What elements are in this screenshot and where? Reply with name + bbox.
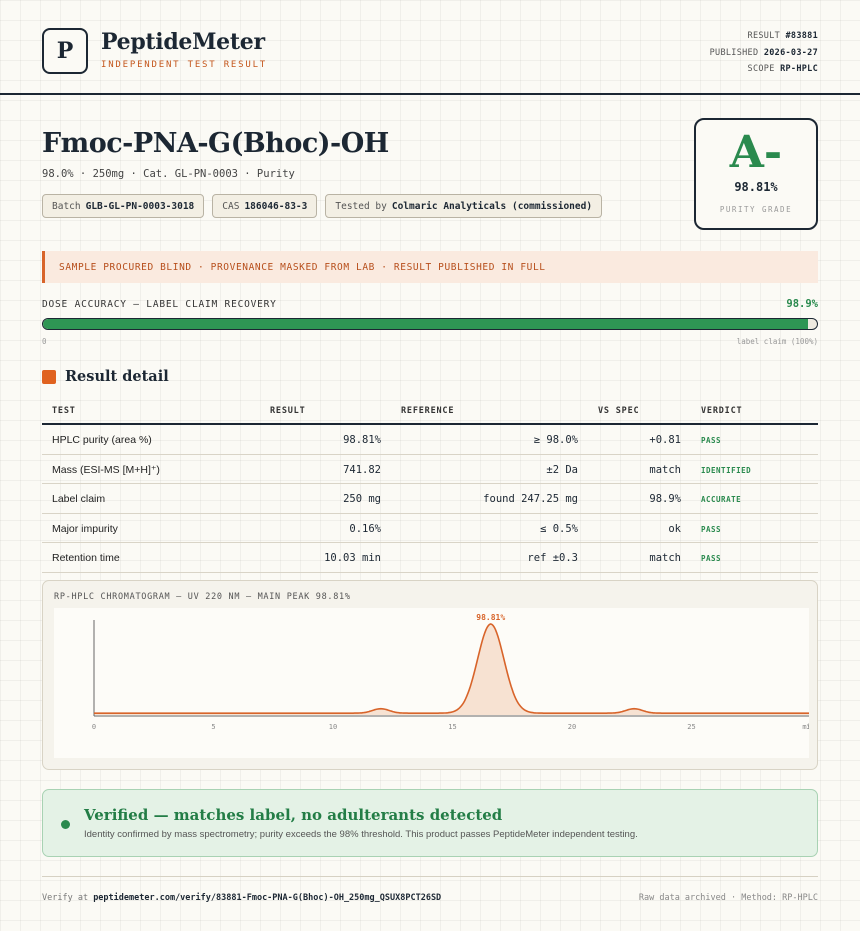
dose-min-label: 0 (42, 337, 47, 346)
dose-accuracy-label: DOSE ACCURACY — LABEL CLAIM RECOVERY (42, 299, 277, 310)
grade-label: PURITY GRADE (719, 205, 793, 214)
col-result: RESULT (270, 406, 306, 416)
cell-test: Label claim (52, 493, 106, 505)
cell-test: HPLC purity (area %) (52, 434, 152, 446)
cell-reference: ≤ 0.5% (540, 522, 578, 535)
meta-result: RESULT #83881 (747, 31, 818, 41)
x-tick-label: 0 (92, 723, 96, 731)
cell-result: 741.82 (343, 463, 381, 476)
report-header: P PeptideMeter INDEPENDENT TEST RESULT R… (0, 0, 860, 95)
purity-grade-card: A- 98.81% PURITY GRADE (694, 118, 818, 230)
product-subline: 98.0% · 250mg · Cat. GL-PN-0003 · Purity (42, 168, 295, 180)
col-verdict: VERDICT (701, 406, 743, 416)
x-unit-label: min (802, 723, 809, 731)
cell-verdict: PASS (701, 436, 722, 445)
chromatogram-area (94, 624, 811, 715)
cell-verdict: IDENTIFIED (701, 465, 752, 475)
peak-label: 98.81% (476, 613, 505, 622)
col-test: TEST (52, 406, 76, 416)
verify-text: Verify at peptidemeter.com/verify/83881-… (42, 893, 442, 903)
meta-scope: SCOPE RP-HPLC (747, 64, 818, 74)
logo-letter: P (56, 38, 74, 64)
footer-divider (42, 876, 818, 877)
batch-chip: Batch GLB-GL-PN-0003-3018 (42, 194, 205, 218)
cell-reference: found 247.25 mg (483, 493, 578, 505)
table-row: Mass (ESI-MS [M+H]⁺) 741.82 ±2 Da match … (42, 455, 818, 484)
chromatogram-plot: 98.81%051015202530min (54, 608, 815, 758)
dose-accuracy-fill (43, 319, 809, 329)
x-tick-label: 20 (568, 723, 576, 731)
cell-verdict: PASS (701, 554, 722, 563)
cell-test: Major impurity (52, 522, 118, 535)
cell-reference: ±2 Da (546, 463, 578, 476)
cell-verdict: PASS (701, 524, 722, 534)
x-tick-label: 5 (211, 723, 215, 731)
x-tick-label: 10 (329, 723, 337, 731)
dose-accuracy-value: 98.9% (786, 298, 818, 310)
chromatogram-line (94, 623, 811, 714)
table-row: Label claim 250 mg found 247.25 mg 98.9%… (42, 484, 818, 514)
product-chips: Batch GLB-GL-PN-0003-3018 CAS 186046-83-3 … (42, 194, 603, 218)
chromatogram-svg: 98.81%051015202530min (92, 613, 815, 731)
verified-panel: Verified — matches label, no adulterants… (42, 789, 818, 857)
col-vs-spec: VS SPEC (598, 406, 640, 416)
cell-test: Retention time (52, 552, 120, 564)
cell-vs-spec: 98.9% (649, 493, 681, 505)
tested-by-chip: Tested by Colmaric Analyticals (commissio… (325, 194, 603, 218)
cell-reference: ≥ 98.0% (533, 434, 578, 446)
result-meta: RESULT #83881 PUBLISHED 2026-03-27 SCOPE… (710, 28, 818, 78)
procurement-banner: SAMPLE PROCURED BLIND · PROVENANCE MASKE… (42, 251, 818, 283)
x-tick-label: 15 (448, 723, 456, 731)
cell-test: Mass (ESI-MS [M+H]⁺) (52, 463, 160, 476)
cell-result: 10.03 min (324, 552, 381, 564)
footer-method: Raw data archived · Method: RP-HPLC (638, 893, 818, 903)
cell-vs-spec: match (649, 552, 681, 564)
table-header: TEST RESULT REFERENCE VS SPEC VERDICT (42, 398, 818, 425)
logo: P (42, 28, 88, 74)
section-title: Result detail (65, 368, 169, 385)
cell-reference: ref ±0.3 (527, 552, 578, 564)
verified-dot-icon (61, 820, 70, 829)
meta-published: PUBLISHED 2026-03-27 (709, 47, 818, 58)
verified-description: Identity confirmed by mass spectrometry;… (84, 829, 638, 840)
cell-result: 98.81% (343, 434, 381, 446)
chromatogram-label: RP-HPLC CHROMATOGRAM — UV 220 NM — MAIN … (54, 592, 351, 602)
cas-chip: CAS 186046-83-3 (212, 194, 318, 218)
table-row: Major impurity 0.16% ≤ 0.5% ok PASS (42, 514, 818, 543)
product-title: Fmoc-PNA-G(Bhoc)-OH (42, 128, 389, 159)
cell-result: 250 mg (343, 493, 381, 505)
table-row: HPLC purity (area %) 98.81% ≥ 98.0% +0.8… (42, 425, 818, 455)
table-row: Retention time 10.03 min ref ±0.3 match … (42, 543, 818, 573)
brand-name: PeptideMeter (101, 29, 265, 55)
brand-tagline: INDEPENDENT TEST RESULT (101, 60, 268, 70)
cell-verdict: ACCURATE (701, 495, 742, 504)
chromatogram-panel: RP-HPLC CHROMATOGRAM — UV 220 NM — MAIN … (42, 580, 818, 770)
dose-max-label: label claim (100%) (736, 337, 818, 346)
cell-vs-spec: +0.81 (649, 434, 681, 446)
col-reference: REFERENCE (401, 406, 455, 416)
dose-accuracy-bar (42, 318, 818, 330)
cell-result: 0.16% (349, 522, 381, 535)
grade-letter: A- (729, 127, 783, 178)
cell-vs-spec: match (649, 463, 681, 476)
cell-vs-spec: ok (668, 522, 681, 535)
section-marker-icon (42, 370, 56, 384)
x-tick-label: 25 (687, 723, 695, 731)
grade-purity: 98.81% (734, 180, 778, 194)
result-table: TEST RESULT REFERENCE VS SPEC VERDICT HP… (42, 398, 818, 573)
verified-title: Verified — matches label, no adulterants… (84, 806, 503, 824)
verify-link[interactable]: peptidemeter.com/verify/83881-Fmoc-PNA-G… (93, 893, 441, 903)
